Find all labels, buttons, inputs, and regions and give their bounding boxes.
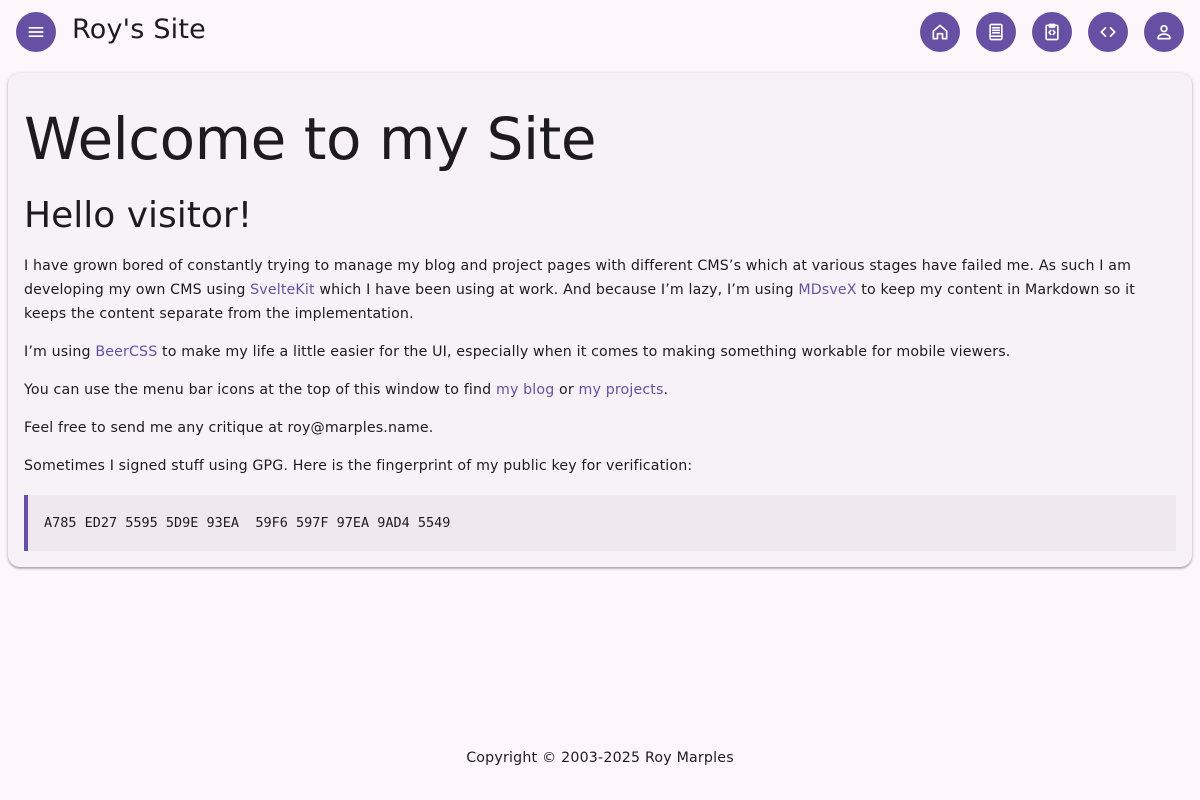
beercss-text-1: I’m using — [24, 344, 96, 360]
critique-paragraph: Feel free to send me any critique at roy… — [24, 420, 434, 436]
intro-text-2: which I have been using at work. And bec… — [314, 282, 799, 298]
menu-paragraph: You can use the menu bar icons at the to… — [24, 378, 1178, 402]
projects-button[interactable] — [1032, 12, 1072, 52]
person-icon — [1157, 24, 1171, 40]
gpg-fingerprint: A785 ED27 5595 5D9E 93EA 59F6 597F 97EA … — [24, 495, 1176, 551]
clipboard-code-icon — [1045, 23, 1059, 41]
beercss-text-2: to make my life a little easier for the … — [157, 344, 1011, 360]
footer-copyright: Copyright © 2003-2025 Roy Marples — [466, 750, 734, 766]
beercss-link[interactable]: BeerCSS — [95, 344, 157, 360]
beercss-paragraph: I’m using BeerCSS to make my life a litt… — [24, 340, 1178, 364]
code-icon — [1100, 27, 1116, 38]
code-button[interactable] — [1088, 12, 1128, 52]
content-card: Welcome to my Site Hello visitor! I have… — [8, 73, 1192, 567]
home-button[interactable] — [920, 12, 960, 52]
my-blog-link[interactable]: my blog — [496, 382, 554, 398]
top-app-bar: Roy's Site — [0, 0, 1200, 66]
intro-paragraph: I have grown bored of constantly trying … — [24, 254, 1178, 326]
site-title[interactable]: Roy's Site — [72, 14, 206, 45]
blog-button[interactable] — [976, 12, 1016, 52]
page-subtitle: Hello visitor! — [24, 195, 253, 236]
menu-text-3: . — [663, 382, 669, 398]
home-icon — [932, 24, 948, 40]
about-button[interactable] — [1144, 12, 1184, 52]
menu-button[interactable] — [16, 12, 56, 52]
menu-text-1: You can use the menu bar icons at the to… — [24, 382, 496, 398]
sveltekit-link[interactable]: SvelteKit — [250, 282, 315, 298]
menu-icon — [28, 27, 44, 38]
menu-text-2: or — [554, 382, 579, 398]
my-projects-link[interactable]: my projects — [579, 382, 664, 398]
page-title: Welcome to my Site — [24, 105, 597, 173]
gpg-paragraph: Sometimes I signed stuff using GPG. Here… — [24, 458, 693, 474]
mdsvex-link[interactable]: MDsveX — [798, 282, 856, 298]
nav-icons — [920, 12, 1184, 52]
book-icon — [989, 23, 1003, 41]
